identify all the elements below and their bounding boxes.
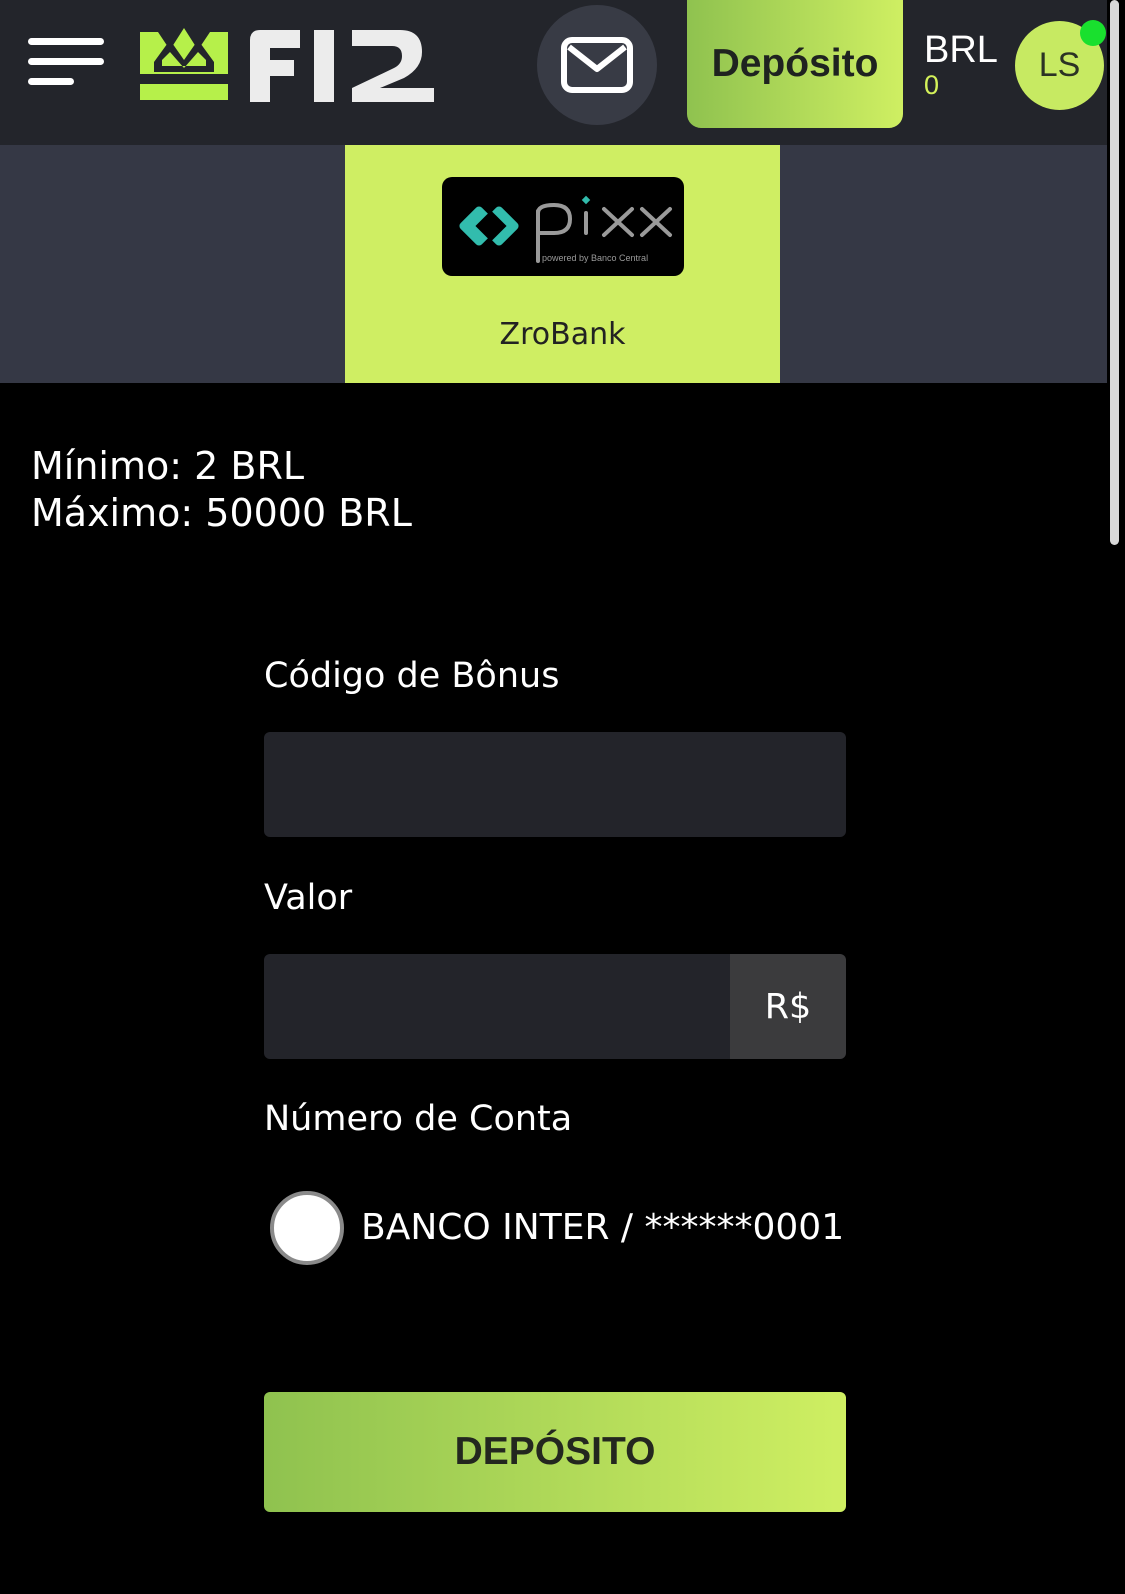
bonus-code-input[interactable] bbox=[264, 732, 846, 837]
top-header: Depósito BRL 0 LS bbox=[0, 0, 1107, 145]
online-status-dot bbox=[1080, 20, 1106, 46]
payment-method-zrobank[interactable]: powered by Banco Central ZroBank bbox=[345, 145, 780, 383]
deposit-submit-button[interactable]: DEPÓSITO bbox=[264, 1392, 846, 1512]
amount-label: Valor bbox=[264, 878, 353, 918]
amount-input[interactable] bbox=[264, 954, 730, 1059]
minimum-limit: Mínimo: 2 BRL bbox=[31, 444, 305, 488]
bonus-code-label: Código de Bônus bbox=[264, 656, 560, 696]
account-option-label[interactable]: BANCO INTER / ******0001 bbox=[361, 1207, 844, 1248]
pix-caption: powered by Banco Central bbox=[542, 253, 649, 263]
brand-logo[interactable] bbox=[140, 26, 440, 104]
page-scrollbar[interactable] bbox=[1107, 0, 1125, 1594]
pix-logo: powered by Banco Central bbox=[442, 177, 684, 276]
payment-method-name: ZroBank bbox=[499, 317, 626, 352]
account-number-label: Número de Conta bbox=[264, 1099, 573, 1139]
balance-value: 0 bbox=[924, 70, 940, 100]
payment-methods-strip: powered by Banco Central ZroBank bbox=[0, 145, 1107, 383]
header-deposit-button[interactable]: Depósito bbox=[687, 0, 903, 128]
hamburger-menu-icon[interactable] bbox=[28, 38, 104, 88]
scrollbar-thumb[interactable] bbox=[1110, 0, 1119, 545]
maximum-limit: Máximo: 50000 BRL bbox=[31, 491, 412, 535]
mail-button[interactable] bbox=[537, 5, 657, 125]
currency-label: BRL bbox=[924, 29, 998, 71]
crown-logo-icon bbox=[140, 28, 434, 102]
currency-suffix: R$ bbox=[730, 954, 846, 1059]
envelope-icon bbox=[561, 37, 633, 93]
account-radio[interactable] bbox=[270, 1191, 344, 1265]
